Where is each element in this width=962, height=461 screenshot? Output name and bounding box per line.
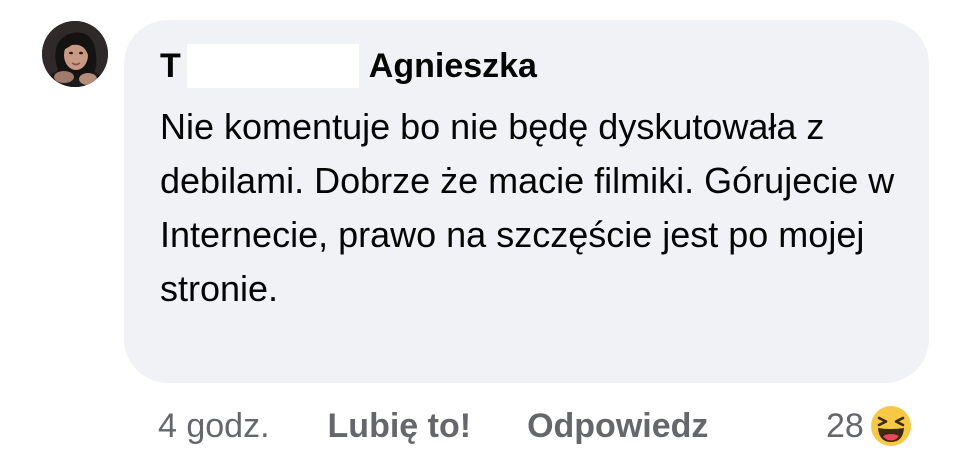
comment-actions: 4 godz. Lubię to! Odpowiedz [158,401,708,451]
comment-text: Nie komentuje bo nie będę dyskutowała z … [160,106,895,309]
author-initial: T [160,47,181,85]
profile-photo [42,21,108,87]
comment-author[interactable]: T Agnieszka [160,44,537,88]
like-button[interactable]: Lubię to! [328,401,472,451]
reaction-count: 28 [826,407,864,445]
redacted-name-block [186,44,359,88]
avatar[interactable] [42,21,108,87]
reaction-summary[interactable]: 28 [826,401,914,451]
reply-button[interactable]: Odpowiedz [527,401,708,451]
haha-emoji-icon [868,404,913,448]
comment-bubble: T Agnieszka Nie komentuje bo nie będę dys… [124,20,929,383]
author-surname: Agnieszka [368,47,537,85]
comment-timestamp[interactable]: 4 godz. [158,401,270,451]
